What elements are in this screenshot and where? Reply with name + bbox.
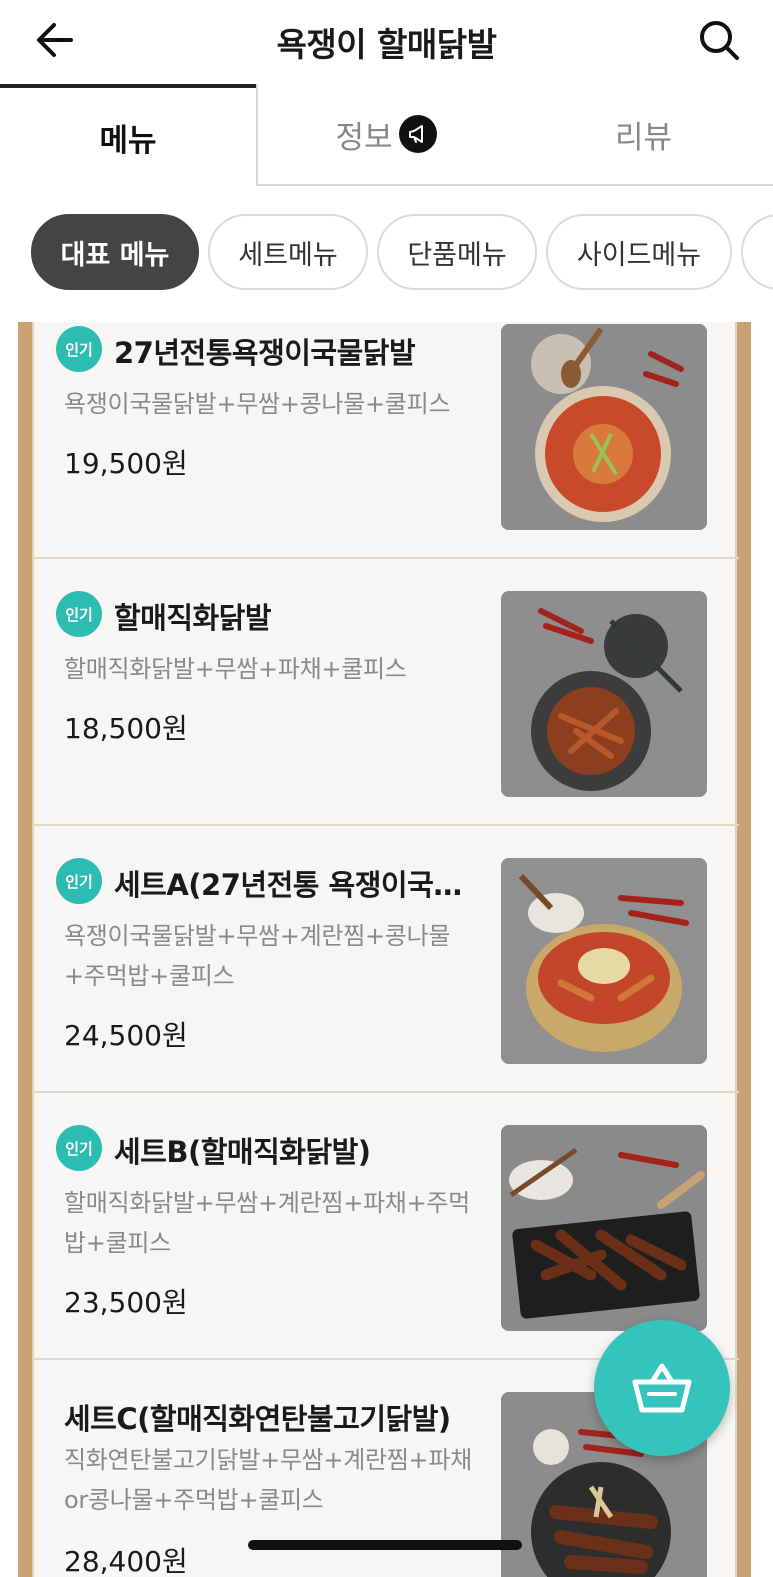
- menu-item[interactable]: 인기 할매직화닭발 할매직화닭발+무쌈+파채+쿨피스 18,500원: [34, 559, 739, 826]
- menu-item-name: 세트B(할매직화닭발): [114, 1135, 371, 1169]
- popular-badge: 인기: [56, 326, 102, 372]
- search-icon: [700, 21, 739, 60]
- menu-item-desc: 욕쟁이국물닭발+무쌈+콩나물+쿨피스: [64, 390, 451, 418]
- menu-item-desc: 욕쟁이국물닭발+무쌈+계란찜+콩나물+주먹밥+쿨피스: [64, 922, 451, 990]
- chip-signature[interactable]: 대표 메뉴: [31, 214, 199, 290]
- tab-info-label: 정보: [335, 119, 393, 156]
- menu-item-photo: [501, 324, 707, 530]
- menu-item-photo: [501, 858, 707, 1064]
- tab-menu-label: 메뉴: [99, 122, 157, 159]
- chip-more[interactable]: [741, 214, 773, 290]
- menu-item-price: 24,500원: [64, 1019, 188, 1052]
- menu-item-name: 할매직화닭발: [114, 601, 272, 635]
- search-button[interactable]: [693, 16, 745, 64]
- page: 욕쟁이 할매닭발 메뉴 정보 리뷰 대표 메뉴 세트메뉴 단품메뉴 사이드메뉴 …: [0, 0, 773, 1577]
- tab-review-label: 리뷰: [614, 119, 673, 156]
- tab-menu[interactable]: 메뉴: [0, 84, 256, 186]
- tab-bar: 메뉴 정보 리뷰: [0, 84, 773, 186]
- page-title: 욕쟁이 할매닭발: [276, 25, 497, 64]
- menu-item-photo: [501, 591, 707, 797]
- popular-badge: 인기: [56, 591, 102, 637]
- menu-item-price: 23,500원: [64, 1286, 188, 1319]
- menu-item-name: 세트C(할매직화연탄불고기닭발): [64, 1402, 451, 1436]
- basket-icon: [632, 1363, 692, 1413]
- popular-badge: 인기: [56, 1125, 102, 1171]
- menu-item-price: 18,500원: [64, 712, 188, 745]
- menu-item-name: 27년전통욕쟁이국물닭발: [114, 336, 416, 370]
- tab-info[interactable]: 정보: [256, 84, 514, 186]
- menu-item[interactable]: 인기 세트A(27년전통 욕쟁이국… 욕쟁이국물닭발+무쌈+계란찜+콩나물+주먹…: [34, 826, 739, 1093]
- category-chips: 대표 메뉴 세트메뉴 단품메뉴 사이드메뉴: [0, 214, 773, 292]
- menu-item-price: 19,500원: [64, 447, 188, 480]
- menu-item-price: 28,400원: [64, 1545, 188, 1577]
- chip-side[interactable]: 사이드메뉴: [546, 214, 732, 290]
- menu-item-desc: 직화연탄불고기닭발+무쌈+계란찜+파채or콩나물+주먹밥+쿨피스: [64, 1446, 472, 1514]
- menu-item-desc: 할매직화닭발+무쌈+파채+쿨피스: [64, 655, 407, 683]
- menu-item-photo: [501, 1125, 707, 1331]
- menu-item-desc: 할매직화닭발+무쌈+계란찜+파채+주먹밥+쿨피스: [64, 1189, 470, 1257]
- menu-item-name: 세트A(27년전통 욕쟁이국…: [114, 868, 462, 902]
- cart-button[interactable]: [594, 1320, 730, 1456]
- chip-single[interactable]: 단품메뉴: [377, 214, 537, 290]
- tab-review[interactable]: 리뷰: [514, 84, 773, 186]
- popular-badge: 인기: [56, 858, 102, 904]
- chip-set[interactable]: 세트메뉴: [208, 214, 368, 290]
- menu-item[interactable]: 인기 27년전통욕쟁이국물닭발 욕쟁이국물닭발+무쌈+콩나물+쿨피스 19,50…: [34, 322, 739, 559]
- home-indicator: [248, 1540, 522, 1550]
- megaphone-icon: [398, 115, 437, 153]
- menu-item[interactable]: 인기 세트B(할매직화닭발) 할매직화닭발+무쌈+계란찜+파채+주먹밥+쿨피스 …: [34, 1093, 739, 1360]
- app-header: 욕쟁이 할매닭발: [0, 0, 773, 84]
